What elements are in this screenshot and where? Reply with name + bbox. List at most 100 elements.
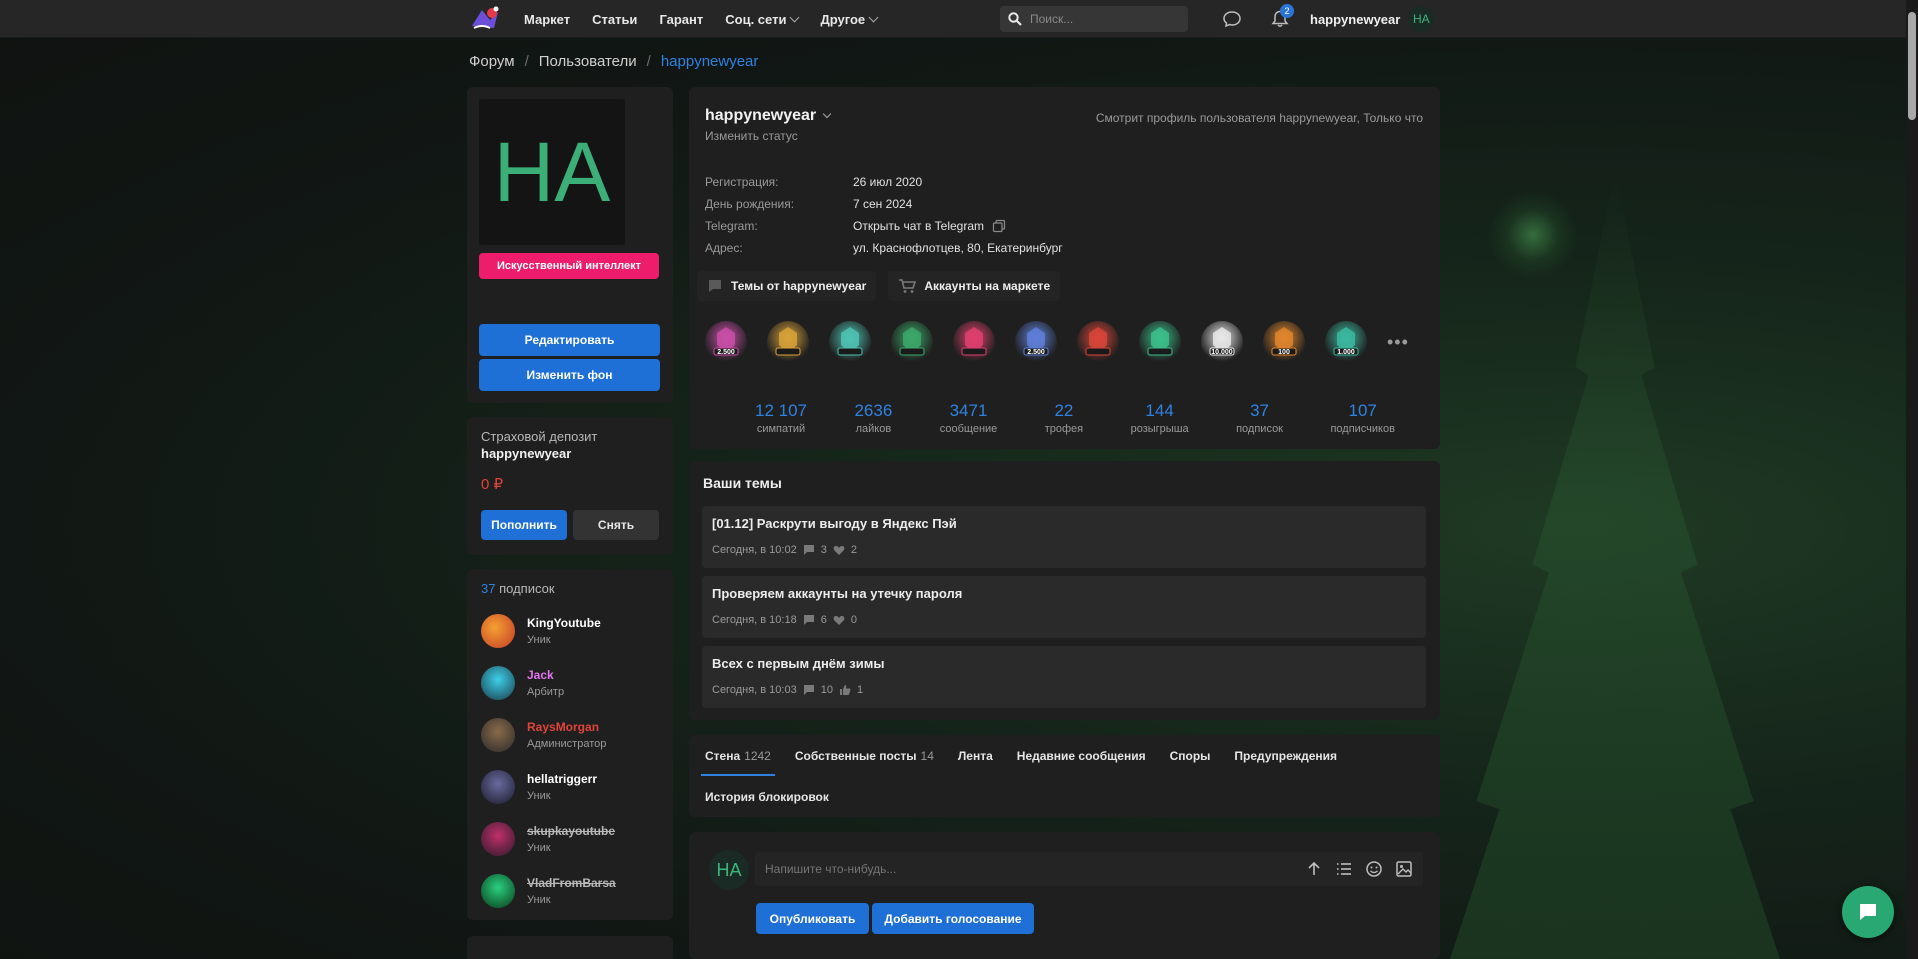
page-scrollbar[interactable] xyxy=(1906,0,1918,959)
trophy-icon[interactable] xyxy=(953,321,995,363)
telegram-link[interactable]: Открыть чат в Telegram xyxy=(853,219,984,233)
post-input[interactable] xyxy=(765,862,1285,876)
breadcrumb-users[interactable]: Пользователи xyxy=(539,53,637,70)
subscription-item[interactable]: Jack Арбитр xyxy=(481,657,661,709)
topup-button[interactable]: Пополнить xyxy=(481,510,567,540)
stat-item[interactable]: 22 трофея xyxy=(1045,401,1083,435)
search-input[interactable] xyxy=(1030,12,1180,26)
avatar[interactable] xyxy=(481,874,515,908)
trophy-icon[interactable]: 2.500 xyxy=(705,321,747,363)
tab-count: 14 xyxy=(920,749,934,763)
thread-card[interactable]: Проверяем аккаунты на утечку пароля Сегод… xyxy=(702,576,1426,638)
stat-item[interactable]: 2636 лайков xyxy=(854,401,892,435)
subscription-name[interactable]: skupkayoutube xyxy=(527,824,615,838)
avatar[interactable] xyxy=(481,614,515,648)
trophies-row: 2.500 2.500 10.000 100 1.000 ••• xyxy=(705,321,1409,363)
avatar[interactable] xyxy=(481,822,515,856)
stat-number: 12 107 xyxy=(755,401,807,420)
background-tree xyxy=(1450,170,1780,959)
tab-recent-messages[interactable]: Недавние сообщения xyxy=(1005,736,1158,776)
post-input-box[interactable] xyxy=(755,852,1423,886)
user-topics-button[interactable]: Темы от happynewyear xyxy=(697,271,877,301)
edit-profile-button[interactable]: Редактировать xyxy=(479,324,660,356)
image-icon[interactable] xyxy=(1395,860,1413,878)
stat-item[interactable]: 107 подписчиков xyxy=(1330,401,1395,435)
trophy-icon[interactable]: 100 xyxy=(1263,321,1305,363)
tab-disputes[interactable]: Споры xyxy=(1158,736,1223,776)
stat-item[interactable]: 37 подписок xyxy=(1236,401,1283,435)
trophy-icon[interactable] xyxy=(1139,321,1181,363)
change-background-button[interactable]: Изменить фон xyxy=(479,359,660,391)
arrow-up-icon[interactable] xyxy=(1305,860,1323,878)
trophy-icon[interactable] xyxy=(767,321,809,363)
subscription-item[interactable]: KingYoutube Уник xyxy=(481,605,661,657)
heart-icon xyxy=(833,546,845,555)
subscription-role: Уник xyxy=(527,790,551,802)
trophy-icon[interactable] xyxy=(829,321,871,363)
publish-button[interactable]: Опубликовать xyxy=(756,903,869,934)
thread-title[interactable]: Проверяем аккаунты на утечку пароля xyxy=(712,586,1416,601)
avatar[interactable] xyxy=(481,718,515,752)
stat-label: трофея xyxy=(1044,423,1084,435)
avatar[interactable] xyxy=(481,770,515,804)
stat-item[interactable]: 12 107 симпатий xyxy=(755,401,807,435)
user-menu[interactable]: happynewyear HA xyxy=(1310,0,1435,38)
thread-card[interactable]: Всех с первым днём зимы Сегодня, в 10:03 1… xyxy=(702,646,1426,708)
trophy-icon[interactable]: 1.000 xyxy=(1325,321,1367,363)
subscription-name[interactable]: RaysMorgan xyxy=(527,720,606,734)
subscription-item[interactable]: skupkayoutube Уник xyxy=(481,813,661,865)
sidebar-panel-next xyxy=(467,936,673,959)
stat-item[interactable]: 144 розыгрыша xyxy=(1131,401,1189,435)
breadcrumb-separator: / xyxy=(646,53,651,70)
withdraw-button[interactable]: Снять xyxy=(573,510,659,540)
site-logo-icon[interactable] xyxy=(468,6,502,32)
nav-guarantor[interactable]: Гарант xyxy=(659,12,703,27)
nav-articles[interactable]: Статьи xyxy=(592,12,637,27)
breadcrumb-current[interactable]: happynewyear xyxy=(661,53,759,70)
chat-fab-button[interactable] xyxy=(1842,886,1894,938)
trophy-icon[interactable] xyxy=(1077,321,1119,363)
tab-warnings[interactable]: Предупреждения xyxy=(1222,736,1349,776)
trophy-icon[interactable]: 10.000 xyxy=(1201,321,1243,363)
profile-username[interactable]: happynewyear xyxy=(705,107,832,125)
market-accounts-button[interactable]: Аккаунты на маркете xyxy=(888,271,1061,301)
add-poll-button[interactable]: Добавить голосование xyxy=(872,903,1034,934)
profile-avatar[interactable]: HA xyxy=(479,99,625,245)
breadcrumb-forum[interactable]: Форум xyxy=(469,53,515,70)
nav-market[interactable]: Маркет xyxy=(524,12,570,27)
user-group-badge: Искусственный интеллект xyxy=(479,253,659,279)
subscriptions-header[interactable]: 37 подписок xyxy=(481,581,555,596)
top-bar: Маркет Статьи Гарант Соц. сети Другое 2 … xyxy=(0,0,1918,38)
trophy-icon[interactable]: 2.500 xyxy=(1015,321,1057,363)
thread-title[interactable]: Всех с первым днём зимы xyxy=(712,656,1416,671)
more-trophies-icon[interactable]: ••• xyxy=(1387,332,1409,353)
tab-label: Споры xyxy=(1169,749,1211,763)
tab-wall[interactable]: Стена 1242 xyxy=(693,736,783,776)
tab-own-posts[interactable]: Собственные посты 14 xyxy=(783,736,946,776)
copy-icon[interactable] xyxy=(992,219,1006,233)
change-status-link[interactable]: Изменить статус xyxy=(705,129,830,143)
subscription-item[interactable]: RaysMorgan Администратор xyxy=(481,709,661,761)
search-box[interactable] xyxy=(1000,6,1188,32)
trophy-icon[interactable] xyxy=(891,321,933,363)
subscription-name[interactable]: VladFromBarsa xyxy=(527,876,616,890)
scrollbar-thumb[interactable] xyxy=(1908,12,1916,120)
tab-ban-history[interactable]: История блокировок xyxy=(693,777,841,817)
thread-replies: 3 xyxy=(820,544,827,556)
subscription-name[interactable]: KingYoutube xyxy=(527,616,601,630)
nav-other[interactable]: Другое xyxy=(820,12,879,27)
subscription-item[interactable]: VladFromBarsa Уник xyxy=(481,865,661,917)
list-icon[interactable] xyxy=(1335,860,1353,878)
chat-bubble-icon[interactable] xyxy=(1222,9,1242,29)
subscription-name[interactable]: Jack xyxy=(527,668,564,682)
avatar[interactable] xyxy=(481,666,515,700)
emoji-icon[interactable] xyxy=(1365,860,1383,878)
stat-label: лайков xyxy=(855,423,892,435)
stat-item[interactable]: 3471 сообщение xyxy=(940,401,998,435)
tab-feed[interactable]: Лента xyxy=(946,736,1005,776)
subscription-name[interactable]: hellatriggerr xyxy=(527,772,597,786)
nav-social[interactable]: Соц. сети xyxy=(725,12,800,27)
thread-title[interactable]: [01.12] Раскрути выгоду в Яндекс Пэй xyxy=(712,516,1416,531)
thread-card[interactable]: [01.12] Раскрути выгоду в Яндекс Пэй Сего… xyxy=(702,506,1426,568)
subscription-item[interactable]: hellatriggerr Уник xyxy=(481,761,661,813)
